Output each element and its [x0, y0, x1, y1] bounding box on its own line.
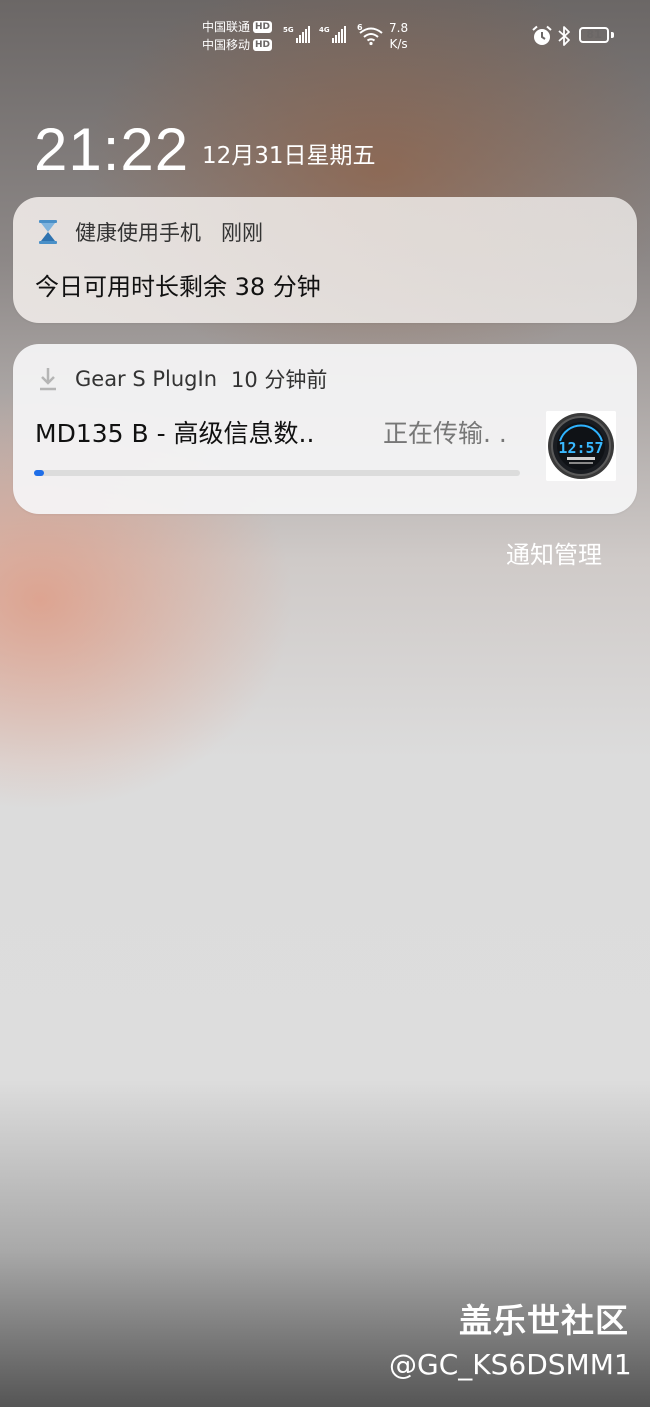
watermark-handle: @GC_KS6DSMM1 [389, 1348, 632, 1381]
lockscreen-clock: 21:22 [34, 116, 190, 183]
carrier-info: 中国联通 HD 中国移动 HD [202, 18, 273, 54]
carrier-row-1: 中国联通 HD [202, 18, 273, 36]
notification-time: 刚刚 [221, 221, 263, 245]
notification-app-name: Gear S PlugIn [75, 367, 218, 391]
notification-card[interactable]: Gear S PlugIn 10 分钟前 MD135 B - 高级信息数.. 正… [13, 344, 637, 514]
transfer-progress-bar [34, 470, 520, 476]
notification-app-name: 健康使用手机 [75, 221, 201, 245]
notification-header: Gear S PlugIn 10 分钟前 [35, 364, 327, 394]
signal-icon: 4G [319, 26, 346, 43]
signal-type-label: 5G [283, 26, 294, 34]
notification-card[interactable]: 健康使用手机 刚刚 今日可用时长剩余 38 分钟 [13, 197, 637, 323]
status-bar: 中国联通 HD 中国移动 HD 5G 4G 6 7.8 K/s 81 [0, 0, 650, 70]
signal-type-label: 4G [319, 26, 330, 34]
watch-face-image: 12:57 [546, 411, 616, 481]
battery-icon: 81 [579, 27, 609, 43]
transfer-status: 正在传输. . [383, 419, 507, 448]
transfer-progress-fill [34, 470, 44, 476]
network-speed-value: 7.8 [389, 21, 409, 35]
watch-face-thumbnail: 12:57 [546, 411, 616, 481]
carrier-row-2: 中国移动 HD [202, 36, 273, 54]
bluetooth-icon [558, 26, 570, 46]
download-icon [40, 368, 56, 391]
battery-level: 81 [586, 28, 602, 41]
alarm-icon [532, 25, 552, 45]
carrier-name-2: 中国移动 [202, 38, 251, 52]
notification-body: 今日可用时长剩余 38 分钟 [35, 273, 321, 301]
wifi-icon: 6 [357, 23, 383, 46]
carrier-name-1: 中国联通 [202, 20, 251, 34]
network-speed-unit: K/s [389, 37, 408, 51]
hd-badge: HD [253, 21, 273, 33]
hourglass-icon [39, 220, 57, 244]
lockscreen-date: 12月31日星期五 [202, 143, 376, 169]
notification-manage-link[interactable]: 通知管理 [506, 537, 602, 573]
battery-tip [611, 32, 614, 38]
hd-badge: HD [253, 39, 273, 51]
notification-time: 10 分钟前 [231, 368, 328, 392]
transfer-file-title: MD135 B - 高级信息数.. [35, 419, 315, 448]
watermark-title: 盖乐世社区 [459, 1301, 629, 1340]
network-speed: 7.8 K/s [389, 20, 408, 52]
notification-header: 健康使用手机 刚刚 [35, 217, 263, 247]
watch-face-time: 12:57 [558, 439, 603, 457]
signal-icon: 5G [283, 26, 310, 43]
